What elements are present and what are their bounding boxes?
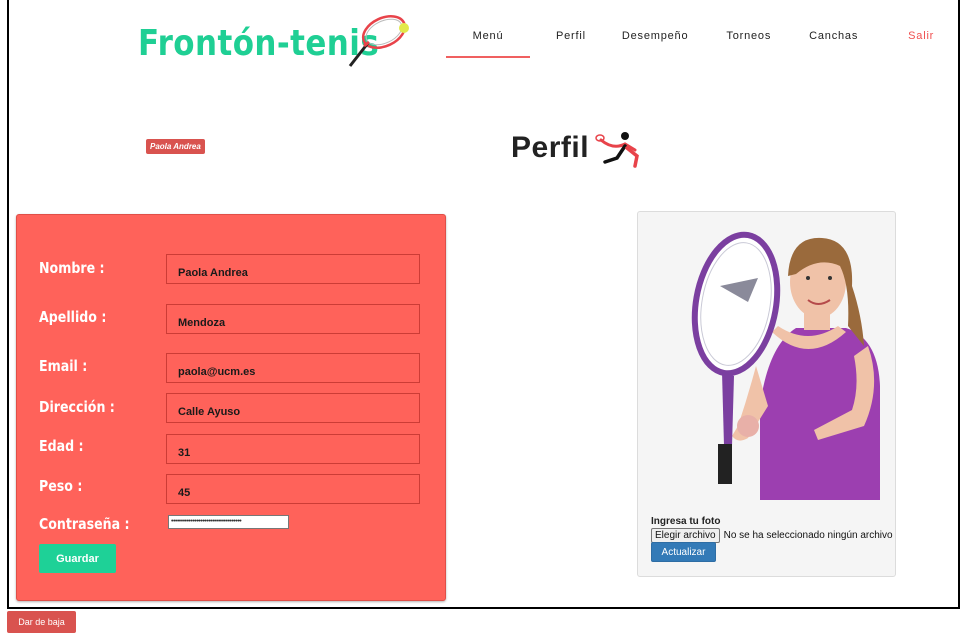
user-name-badge: Paola Andrea <box>146 139 205 154</box>
main-nav: Menú Perfil Desempeño Torneos Canchas Sa… <box>446 30 934 58</box>
label-direccion: Dirección : <box>39 398 115 416</box>
nav-item-menu[interactable]: Menú <box>446 30 530 58</box>
label-contrasena: Contraseña : <box>39 515 130 533</box>
nav-item-perfil[interactable]: Perfil <box>556 30 586 58</box>
page-title-group: Perfil <box>511 128 647 168</box>
nav-item-torneos[interactable]: Torneos <box>726 30 771 58</box>
page-title: Perfil <box>511 131 590 164</box>
email-input[interactable]: paola@ucm.es <box>166 353 420 383</box>
edad-input[interactable]: 31 <box>166 434 420 464</box>
direccion-input[interactable]: Calle Ayuso <box>166 393 420 423</box>
peso-input[interactable]: 45 <box>166 474 420 504</box>
tennis-player-icon <box>595 132 639 168</box>
label-peso: Peso : <box>39 477 83 495</box>
nav-item-desempeno[interactable]: Desempeño <box>622 30 689 58</box>
tennis-racket-icon <box>348 15 409 67</box>
label-edad: Edad : <box>39 437 84 455</box>
delete-account-button[interactable]: Dar de baja <box>7 611 76 633</box>
profile-photo <box>668 226 886 500</box>
label-apellido: Apellido : <box>39 308 107 326</box>
no-file-text: No se ha seleccionado ningún archivo <box>723 530 893 541</box>
label-nombre: Nombre : <box>39 259 105 277</box>
nav-item-canchas[interactable]: Canchas <box>809 30 858 58</box>
nav-item-salir[interactable]: Salir <box>908 30 934 58</box>
label-email: Email : <box>39 357 88 375</box>
profile-form: Nombre : Paola Andrea Apellido : Mendoza… <box>16 214 446 601</box>
nombre-input[interactable]: Paola Andrea <box>166 254 420 284</box>
password-input[interactable]: •••••••••••••••••••••••••••••••••••• <box>168 515 289 529</box>
save-button[interactable]: Guardar <box>39 544 116 573</box>
choose-file-button[interactable]: Elegir archivo <box>651 528 720 543</box>
file-input-row: Elegir archivo No se ha seleccionado nin… <box>651 528 893 543</box>
apellido-input[interactable]: Mendoza <box>166 304 420 334</box>
upload-photo-label: Ingresa tu foto <box>651 516 721 527</box>
logo-text: Frontón-tenis <box>138 22 380 64</box>
update-photo-button[interactable]: Actualizar <box>651 542 716 562</box>
photo-panel: Ingresa tu foto Elegir archivo No se ha … <box>637 211 896 577</box>
brand-logo[interactable]: Frontón-tenis <box>138 14 418 72</box>
